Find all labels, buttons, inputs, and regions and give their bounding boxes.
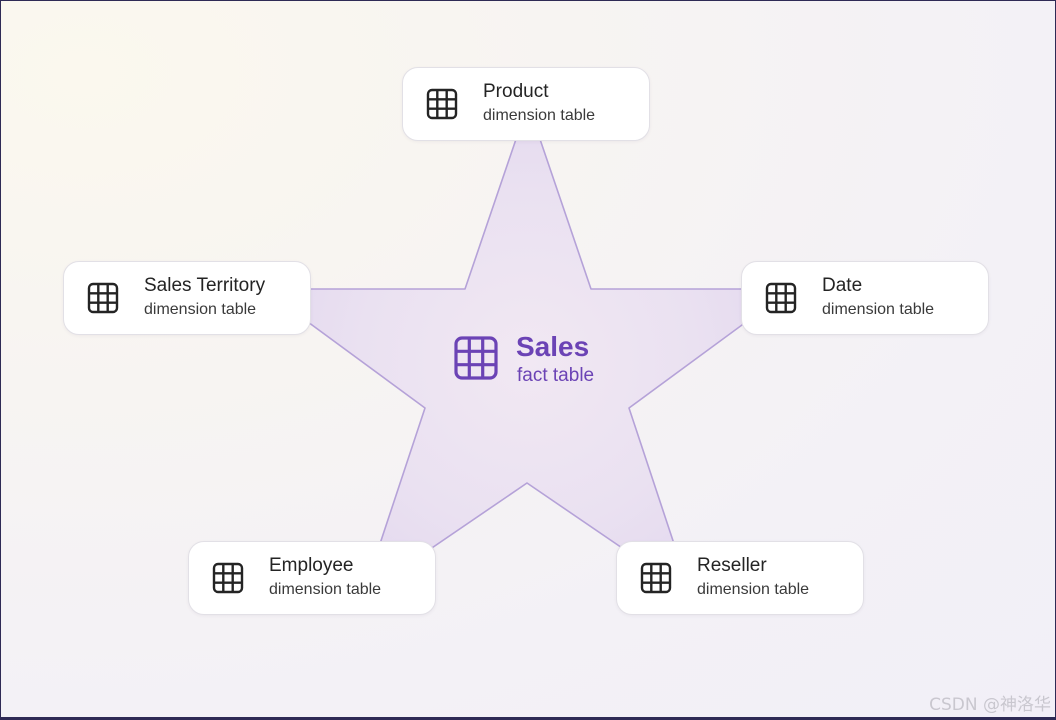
dimension-card-sales-territory[interactable]: Sales Territory dimension table (63, 261, 311, 335)
table-grid-icon (426, 88, 458, 120)
table-grid-icon (640, 562, 672, 594)
dimension-subtitle: dimension table (822, 301, 935, 318)
dimension-title: Date (822, 275, 863, 296)
diagram-canvas: Product dimension table Sales Territory … (0, 0, 1056, 720)
table-grid-icon (87, 282, 119, 314)
dimension-subtitle: dimension table (483, 107, 596, 124)
table-grid-icon (212, 562, 244, 594)
fact-table-sales[interactable]: Sales fact table (453, 331, 623, 391)
watermark: CSDN @神洛华 (929, 695, 1051, 715)
dimension-title: Product (483, 81, 549, 102)
dimension-title: Employee (269, 555, 354, 576)
dimension-subtitle: dimension table (697, 581, 810, 598)
fact-table-title: Sales (516, 331, 590, 362)
dimension-subtitle: dimension table (144, 301, 257, 318)
dimension-card-date[interactable]: Date dimension table (741, 261, 989, 335)
table-grid-icon (765, 282, 797, 314)
fact-table-subtitle: fact table (517, 365, 595, 386)
dimension-card-reseller[interactable]: Reseller dimension table (616, 541, 864, 615)
dimension-card-employee[interactable]: Employee dimension table (188, 541, 436, 615)
table-grid-icon (454, 336, 498, 380)
dimension-title: Reseller (697, 555, 767, 576)
dimension-card-product[interactable]: Product dimension table (402, 67, 650, 141)
dimension-title: Sales Territory (144, 275, 266, 296)
dimension-subtitle: dimension table (269, 581, 382, 598)
